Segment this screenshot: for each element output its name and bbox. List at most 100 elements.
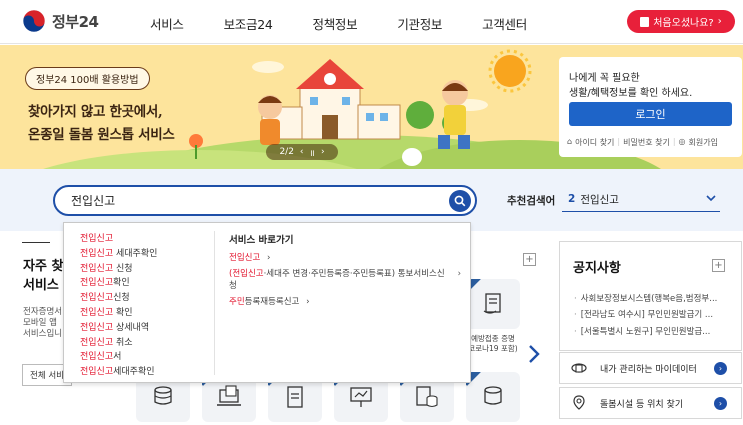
desc-line: 서비스입니 — [23, 329, 63, 339]
desc-line: 전자증명서 — [23, 307, 63, 317]
suggestion-highlight: 전입신고 — [80, 352, 114, 363]
search-box — [53, 185, 477, 216]
tile-caption-line1: 예방접종 증명 — [471, 334, 515, 343]
database-download-icon — [154, 386, 172, 405]
quick-link-mydata[interactable]: 내가 관리하는 마이데이터 › — [559, 352, 742, 384]
service-tile-6[interactable] — [466, 372, 520, 422]
service-tile-vaccination[interactable] — [466, 279, 520, 329]
recommended-search-dropdown[interactable]: 2 전입신고 — [562, 187, 720, 212]
suggestion-highlight: 전입신고 — [80, 263, 114, 274]
lock-icon: ⌂ — [567, 137, 573, 146]
global-header: 정부24 서비스 보조금24 정책정보 기관정보 고객센터 처음오셨나요? › — [0, 0, 743, 44]
recommended-rank: 2 — [568, 193, 576, 205]
presentation-chart-icon — [350, 387, 372, 407]
nav-services[interactable]: 서비스 — [150, 14, 184, 33]
bookmark-icon — [640, 16, 650, 27]
nav-subsidy24[interactable]: 보조금24 — [224, 14, 273, 33]
site-logo[interactable]: 정부24 — [22, 9, 99, 33]
suggestion-rest: 신청 — [113, 293, 130, 304]
suggestion-item[interactable]: 전입신고세대주확인 — [80, 365, 210, 380]
more-services-plus-button[interactable]: + — [523, 253, 536, 266]
first-visit-button[interactable]: 처음오셨나요? › — [627, 10, 735, 33]
carousel-next-arrow-icon[interactable] — [528, 344, 540, 364]
login-button[interactable]: 로그인 — [569, 102, 732, 126]
suggestion-highlight: 전입신고 — [80, 322, 114, 333]
chevron-right-icon: › — [457, 269, 461, 279]
search-icon — [454, 195, 466, 207]
suggestion-item[interactable]: 전입신고확인 — [80, 276, 210, 291]
banner-headline-2: 온종일 돌봄 원스톱 서비스 — [28, 127, 175, 143]
notice-item[interactable]: [전라남도 여수시] 무인민원발급기 ... — [574, 308, 734, 320]
notice-panel: 공지사항 + 사회보장정보시스템(행복e음,범정부... [전라남도 여수시] … — [559, 241, 742, 351]
suggestion-rest: 취소 — [113, 337, 133, 348]
location-pin-icon — [573, 395, 585, 410]
suggestion-highlight: 전입신고 — [80, 248, 114, 259]
shortcut-highlight: 전입신고 — [229, 253, 261, 263]
suggestion-item[interactable]: 전입신고 취소 — [80, 336, 210, 351]
user-icon: ◎ — [678, 137, 686, 146]
section-description: 전자증명서 모바일 앱 서비스입니 — [23, 307, 62, 340]
shortcut-link[interactable]: (전입신고·세대주 변경·주민등록증·주민등록표) 통보서비스신청 › — [229, 268, 461, 292]
quick-link-label: 내가 관리하는 마이데이터 — [600, 364, 697, 375]
banner-headline-1: 찾아가지 않고 한곳에서, — [28, 104, 163, 120]
suggestion-item[interactable]: 전입신고 확인 — [80, 306, 210, 321]
pager-next-button[interactable]: › — [321, 147, 325, 157]
shortcut-rest: 등록재등록신고 — [244, 297, 300, 307]
pager-prev-button[interactable]: ‹ — [300, 147, 304, 157]
suggestion-list: 전입신고 전입신고 세대주확인 전입신고 신청 전입신고확인 전입신고신청 전입신고 확인… — [80, 232, 210, 380]
search-button[interactable] — [449, 190, 471, 212]
shortcut-link[interactable]: 주민등록재등록신고 › — [229, 296, 464, 308]
suggestion-rest: 확인 — [113, 307, 133, 318]
banner-badge: 정부24 100배 활용방법 — [25, 67, 150, 90]
chevron-right-icon: › — [306, 297, 310, 307]
frequent-services-section: 자주 찾 서비스 전자증명서 모바일 앱 서비스입니 전체 서비 — [22, 231, 72, 425]
shortcut-link[interactable]: 전입신고 › — [229, 252, 464, 264]
sun-illustration — [488, 49, 532, 93]
laptop-document-icon — [217, 385, 241, 406]
desc-line: 모바일 앱 — [23, 318, 57, 328]
suggestion-item[interactable]: 전입신고 신청 — [80, 262, 210, 277]
suggestion-item[interactable]: 전입신고 상세내역 — [80, 321, 210, 336]
shortcut-highlight: 주민 — [229, 297, 245, 307]
document-icon — [287, 386, 303, 408]
quick-link-care-location[interactable]: 돌봄시설 등 위치 찾기 › — [559, 387, 742, 419]
suggestion-highlight: 전입신고 — [80, 278, 114, 289]
tile-caption-line2: 코로나19 포함) — [468, 344, 518, 353]
quick-link-label: 돌봄시설 등 위치 찾기 — [600, 399, 684, 410]
find-password-link[interactable]: 비밀번호 찾기 — [623, 137, 670, 148]
document-database-icon — [416, 386, 438, 408]
chevron-right-icon: › — [717, 16, 722, 27]
suggestion-rest: 신청 — [113, 263, 133, 274]
section-divider — [22, 242, 50, 243]
suggestion-item[interactable]: 전입신고 세대주확인 — [80, 247, 210, 262]
suggestion-rest: 서 — [113, 352, 122, 363]
suggestion-item[interactable]: 전입신고신청 — [80, 291, 210, 306]
notice-item[interactable]: 사회보장정보시스템(행복e음,범정부... — [574, 292, 734, 304]
suggestion-highlight: 전입신고 — [80, 293, 114, 304]
login-prompt-line2: 생활/혜택정보를 확인 하세요. — [569, 88, 693, 99]
suggestion-item[interactable]: 전입신고 — [80, 232, 210, 247]
pager-pause-button[interactable]: ॥ — [310, 146, 315, 159]
recommended-search-label: 추천검색어 — [507, 195, 556, 207]
shortcut-title: 서비스 바로가기 — [229, 235, 294, 246]
suggestion-rest: 상세내역 — [113, 322, 150, 333]
nav-policy-info[interactable]: 정책정보 — [313, 14, 358, 33]
find-id-link[interactable]: 아이디 찾기 — [575, 137, 614, 148]
chevron-right-icon: › — [714, 361, 727, 375]
promo-banner[interactable]: 정부24 100배 활용방법 찾아가지 않고 한곳에서, 온종일 돌봄 원스톱 … — [0, 45, 743, 169]
account-links: ⌂ 아이디 찾기 | 비밀번호 찾기 | ◎ 회원가입 — [567, 137, 721, 148]
suggestion-highlight: 전입신고 — [80, 337, 114, 348]
login-panel: 나에게 꼭 필요한 생활/혜택정보를 확인 하세요. 로그인 ⌂ 아이디 찾기 … — [559, 57, 742, 157]
signup-link[interactable]: 회원가입 — [689, 137, 718, 148]
search-input[interactable] — [71, 193, 431, 207]
nav-customer-center[interactable]: 고객센터 — [482, 14, 527, 33]
notice-more-plus-button[interactable]: + — [712, 259, 725, 272]
nav-agency-info[interactable]: 기관정보 — [397, 14, 442, 33]
service-shortcuts: 서비스 바로가기 전입신고 › (전입신고·세대주 변경·주민등록증·주민등록표… — [229, 232, 464, 312]
pager-counter: 2/2 — [279, 147, 294, 157]
first-visit-label: 처음오셨나요? — [653, 18, 714, 29]
suggestion-highlight: 전입신고 — [80, 307, 114, 318]
notice-item[interactable]: [서울특별시 노원구] 무인민원발급... — [574, 325, 734, 337]
suggestion-item[interactable]: 전입신고서 — [80, 350, 210, 365]
notice-title: 공지사항 — [573, 261, 621, 276]
